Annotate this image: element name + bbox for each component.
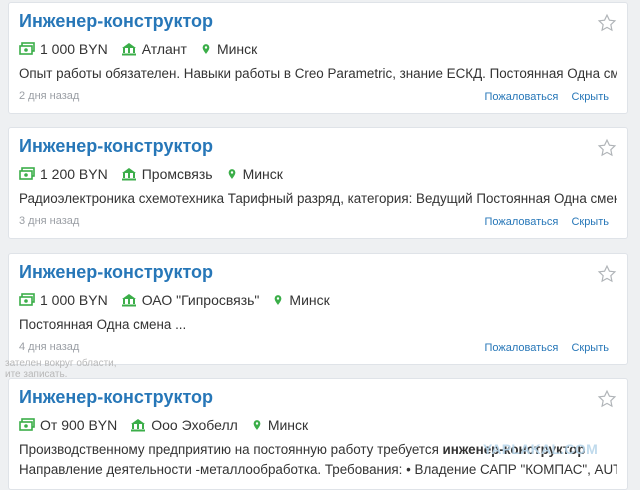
vacancy-meta: 1 200 BYN Промсвязь Минск [19, 165, 296, 183]
vacancy-card-3[interactable]: Инженер-конструктор 1 000 BYN ОАО "Гипро… [5, 253, 628, 369]
location-pin-icon [253, 420, 261, 430]
company[interactable]: Атлант [142, 41, 187, 57]
money-icon [19, 42, 35, 55]
location-pin-icon [275, 295, 282, 305]
vacancy-meta: 1 000 BYN ОАО "Гипросвязь" Минск [19, 291, 343, 309]
overlay-hint: ите записать. [5, 369, 68, 380]
money-icon [19, 167, 35, 180]
company-icon [121, 294, 136, 307]
company-icon [131, 419, 146, 432]
posted-date: 2 дня назад [19, 90, 80, 102]
card-actions: Пожаловаться Скрыть [475, 91, 609, 103]
star-icon[interactable] [597, 389, 617, 409]
hide-link[interactable]: Скрыть [571, 216, 609, 228]
star-icon[interactable] [597, 264, 617, 284]
salary: От 900 BYN [40, 417, 118, 433]
vacancy-description: Опыт работы обязателен. Навыки работы в … [19, 66, 617, 81]
star-icon[interactable] [597, 13, 617, 33]
money-icon [19, 418, 35, 431]
vacancy-title[interactable]: Инженер-конструктор [19, 11, 213, 32]
city: Минск [289, 292, 330, 308]
vacancy-card-4[interactable]: ите записать. Инженер-конструктор От 900… [5, 369, 628, 490]
company-icon [121, 168, 136, 181]
hide-link[interactable]: Скрыть [571, 342, 609, 354]
star-icon[interactable] [597, 138, 617, 158]
vacancy-meta: От 900 BYN Ооо Эхобелл Минск [19, 416, 321, 434]
description-line-2: Направление деятельности -металлообработ… [19, 462, 617, 477]
vacancy-card-2[interactable]: Инженер-конструктор 1 200 BYN Промсвязь … [8, 127, 628, 239]
card-actions: Пожаловаться Скрыть [475, 216, 609, 228]
posted-date: 3 дня назад [19, 215, 80, 227]
vacancy-meta: 1 000 BYN Атлант Минск [19, 40, 270, 58]
city: Минск [242, 166, 283, 182]
salary: 1 000 BYN [40, 292, 108, 308]
salary: 1 000 BYN [40, 41, 108, 57]
report-link[interactable]: Пожаловаться [485, 342, 559, 354]
hide-link[interactable]: Скрыть [571, 91, 609, 103]
company[interactable]: ОАО "Гипросвязь" [142, 292, 260, 308]
report-link[interactable]: Пожаловаться [485, 216, 559, 228]
location-pin-icon [202, 44, 210, 54]
vacancy-description: Постоянная Одна смена ... [19, 317, 187, 332]
city: Минск [267, 417, 309, 433]
watermark-logo: YAPLAKAL.COM [483, 441, 599, 457]
company[interactable]: Промсвязь [142, 166, 213, 182]
company[interactable]: Ооо Эхобелл [151, 417, 238, 433]
vacancy-title[interactable]: Инженер-конструктор [19, 262, 213, 283]
vacancy-title[interactable]: Инженер-конструктор [19, 387, 213, 408]
posted-date: 4 дня назад [19, 341, 80, 353]
salary: 1 200 BYN [40, 166, 108, 182]
description-text: Производственному предприятию на постоян… [19, 442, 443, 457]
vacancy-title[interactable]: Инженер-конструктор [19, 136, 213, 157]
city: Минск [216, 41, 258, 57]
overlay-hint: зателен вокруг области, [5, 358, 117, 369]
vacancy-card-1[interactable]: Инженер-конструктор 1 000 BYN Атлант Мин… [8, 2, 628, 114]
location-pin-icon [228, 169, 235, 179]
card-actions: Пожаловаться Скрыть [475, 342, 609, 354]
vacancy-description: Радиоэлектроника схемотехника Тарифный р… [19, 191, 617, 206]
report-link[interactable]: Пожаловаться [485, 91, 559, 103]
money-icon [19, 293, 35, 306]
company-icon [121, 43, 136, 56]
